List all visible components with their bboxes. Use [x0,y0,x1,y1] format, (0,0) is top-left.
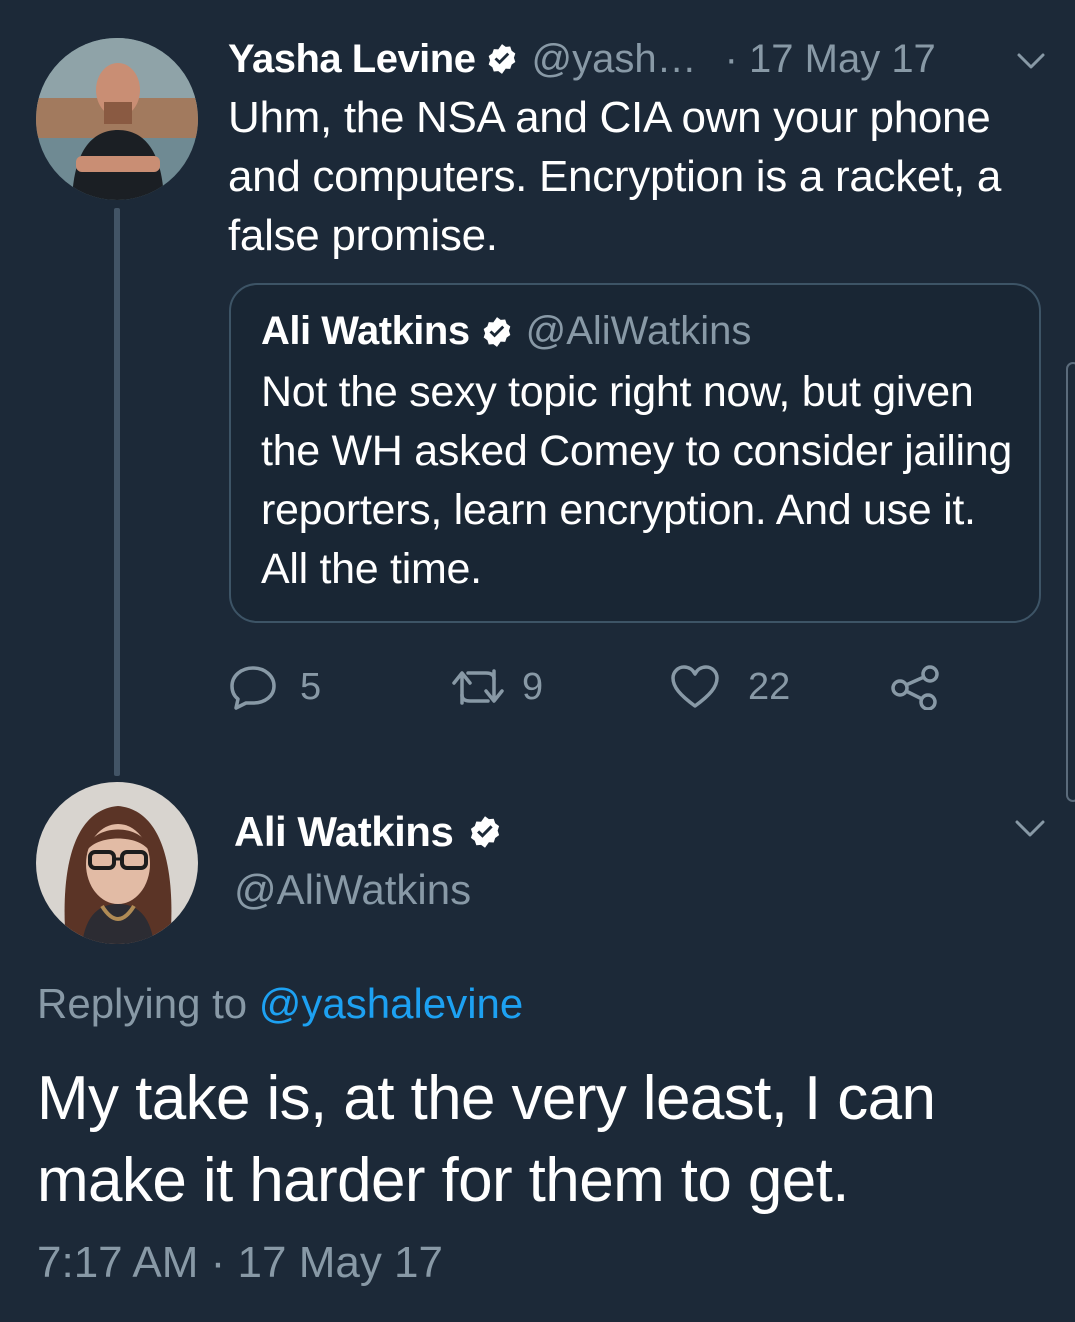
replying-to-mention-link[interactable]: @yashalevine [259,980,523,1027]
chevron-down-icon[interactable] [1016,50,1046,72]
retweet-count: 9 [522,665,544,708]
share-button[interactable] [890,660,940,714]
author-name[interactable]: Yasha Levine [228,37,476,82]
parent-tweet-text: Uhm, the NSA and CIA own your phone and … [228,93,1002,260]
quoted-author-handle: @AliWatkins [525,309,752,353]
tweet-date[interactable]: · 17 May 17 [725,37,936,82]
person-avatar-icon [36,38,198,200]
scrollbar[interactable] [1066,362,1075,802]
reply-tweet-text: My take is, at the very least, I can mak… [37,1064,936,1215]
person-avatar-icon [36,782,198,944]
quoted-tweet-card[interactable]: Ali Watkins @AliWatkins Not the sexy top… [229,283,1041,623]
share-icon [891,665,939,710]
reply-tweet-header: Ali Watkins [234,808,515,856]
verified-badge-icon [483,316,510,347]
quoted-tweet-text: Not the sexy topic right now, but given … [261,368,1012,593]
replying-to-line: Replying to @yashalevine [37,980,523,1028]
verified-badge-icon [489,44,516,74]
reply-timestamp: 7:17 AM · 17 May 17 [37,1238,443,1287]
chevron-down-icon[interactable] [1014,816,1046,840]
reply-button[interactable]: 5 [228,660,321,714]
author-handle[interactable]: @yash… [531,37,696,82]
retweet-button[interactable]: 9 [450,660,543,714]
parent-tweet-header: Yasha Levine @yash… · 17 May 17 [228,34,936,84]
ali-watkins-avatar[interactable] [36,782,198,944]
reply-author-handle[interactable]: @AliWatkins [234,866,471,914]
reply-icon [230,666,276,710]
verified-badge-icon [471,816,500,848]
thread-connector-line [114,208,120,776]
like-button[interactable]: 22 [670,660,790,714]
quoted-tweet-header: Ali Watkins @AliWatkins [261,309,751,354]
reply-author-name[interactable]: Ali Watkins [234,808,454,856]
retweet-icon [452,669,504,705]
yasha-levine-avatar[interactable] [36,38,198,200]
heart-icon [671,665,719,708]
replying-to-label: Replying to [37,980,248,1027]
quoted-author-name: Ali Watkins [261,309,470,353]
reply-count: 5 [300,665,322,708]
tweet-action-bar: 5 9 22 [228,660,988,714]
like-count: 22 [748,665,791,708]
